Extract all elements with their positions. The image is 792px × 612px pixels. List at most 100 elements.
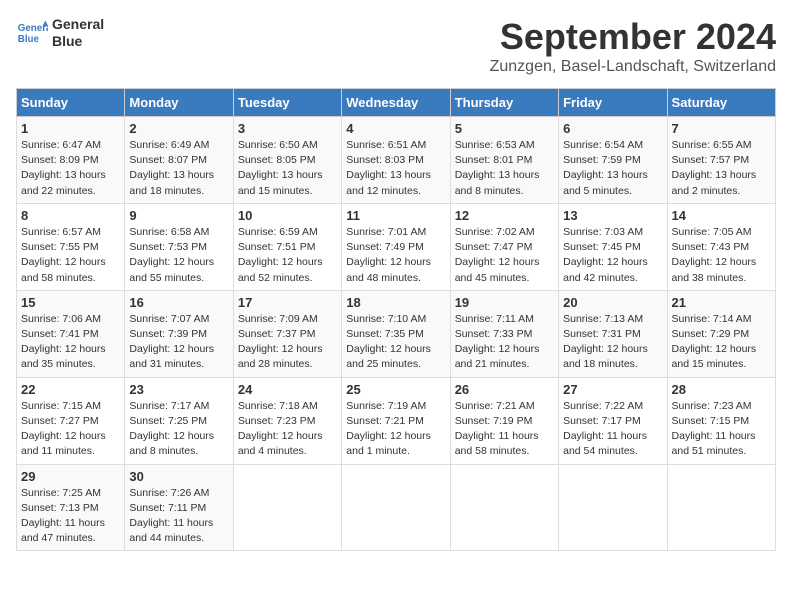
day-info: Sunrise: 7:11 AMSunset: 7:33 PMDaylight:… <box>455 313 540 371</box>
day-number: 30 <box>129 469 228 484</box>
day-number: 24 <box>238 382 337 397</box>
day-info: Sunrise: 7:05 AMSunset: 7:43 PMDaylight:… <box>672 226 757 284</box>
day-info: Sunrise: 7:01 AMSunset: 7:49 PMDaylight:… <box>346 226 431 284</box>
location-subtitle: Zunzgen, Basel-Landschaft, Switzerland <box>490 58 776 76</box>
day-number: 8 <box>21 208 120 223</box>
table-row: 28 Sunrise: 7:23 AMSunset: 7:15 PMDaylig… <box>667 377 775 464</box>
day-number: 5 <box>455 121 554 136</box>
day-number: 25 <box>346 382 445 397</box>
table-row: 22 Sunrise: 7:15 AMSunset: 7:27 PMDaylig… <box>17 377 125 464</box>
table-row: 18 Sunrise: 7:10 AMSunset: 7:35 PMDaylig… <box>342 290 450 377</box>
day-number: 1 <box>21 121 120 136</box>
day-info: Sunrise: 6:49 AMSunset: 8:07 PMDaylight:… <box>129 139 214 197</box>
day-number: 10 <box>238 208 337 223</box>
day-number: 22 <box>21 382 120 397</box>
table-row: 2 Sunrise: 6:49 AMSunset: 8:07 PMDayligh… <box>125 117 233 204</box>
table-row: 3 Sunrise: 6:50 AMSunset: 8:05 PMDayligh… <box>233 117 341 204</box>
calendar-week-row: 1 Sunrise: 6:47 AMSunset: 8:09 PMDayligh… <box>17 117 776 204</box>
day-info: Sunrise: 7:15 AMSunset: 7:27 PMDaylight:… <box>21 400 106 458</box>
table-row <box>559 464 667 551</box>
day-info: Sunrise: 7:09 AMSunset: 7:37 PMDaylight:… <box>238 313 323 371</box>
svg-text:Blue: Blue <box>18 34 40 45</box>
day-number: 9 <box>129 208 228 223</box>
day-info: Sunrise: 7:13 AMSunset: 7:31 PMDaylight:… <box>563 313 648 371</box>
day-info: Sunrise: 6:53 AMSunset: 8:01 PMDaylight:… <box>455 139 540 197</box>
day-info: Sunrise: 7:14 AMSunset: 7:29 PMDaylight:… <box>672 313 757 371</box>
day-number: 19 <box>455 295 554 310</box>
col-friday: Friday <box>559 89 667 117</box>
table-row: 23 Sunrise: 7:17 AMSunset: 7:25 PMDaylig… <box>125 377 233 464</box>
calendar-table: Sunday Monday Tuesday Wednesday Thursday… <box>16 88 776 551</box>
day-number: 15 <box>21 295 120 310</box>
day-info: Sunrise: 7:18 AMSunset: 7:23 PMDaylight:… <box>238 400 323 458</box>
table-row: 8 Sunrise: 6:57 AMSunset: 7:55 PMDayligh… <box>17 203 125 290</box>
table-row <box>450 464 558 551</box>
day-number: 17 <box>238 295 337 310</box>
logo-line2: Blue <box>52 33 104 50</box>
day-number: 14 <box>672 208 771 223</box>
table-row: 12 Sunrise: 7:02 AMSunset: 7:47 PMDaylig… <box>450 203 558 290</box>
table-row: 4 Sunrise: 6:51 AMSunset: 8:03 PMDayligh… <box>342 117 450 204</box>
logo-line1: General <box>52 16 104 33</box>
day-info: Sunrise: 6:59 AMSunset: 7:51 PMDaylight:… <box>238 226 323 284</box>
day-number: 13 <box>563 208 662 223</box>
day-info: Sunrise: 7:26 AMSunset: 7:11 PMDaylight:… <box>129 487 213 545</box>
day-info: Sunrise: 7:02 AMSunset: 7:47 PMDaylight:… <box>455 226 540 284</box>
table-row: 13 Sunrise: 7:03 AMSunset: 7:45 PMDaylig… <box>559 203 667 290</box>
day-info: Sunrise: 7:22 AMSunset: 7:17 PMDaylight:… <box>563 400 647 458</box>
day-number: 3 <box>238 121 337 136</box>
day-info: Sunrise: 7:25 AMSunset: 7:13 PMDaylight:… <box>21 487 105 545</box>
col-monday: Monday <box>125 89 233 117</box>
day-number: 23 <box>129 382 228 397</box>
day-number: 4 <box>346 121 445 136</box>
day-info: Sunrise: 7:19 AMSunset: 7:21 PMDaylight:… <box>346 400 431 458</box>
day-number: 18 <box>346 295 445 310</box>
table-row: 19 Sunrise: 7:11 AMSunset: 7:33 PMDaylig… <box>450 290 558 377</box>
table-row: 6 Sunrise: 6:54 AMSunset: 7:59 PMDayligh… <box>559 117 667 204</box>
table-row: 15 Sunrise: 7:06 AMSunset: 7:41 PMDaylig… <box>17 290 125 377</box>
day-number: 21 <box>672 295 771 310</box>
table-row <box>667 464 775 551</box>
day-number: 16 <box>129 295 228 310</box>
table-row: 30 Sunrise: 7:26 AMSunset: 7:11 PMDaylig… <box>125 464 233 551</box>
calendar-week-row: 8 Sunrise: 6:57 AMSunset: 7:55 PMDayligh… <box>17 203 776 290</box>
table-row: 16 Sunrise: 7:07 AMSunset: 7:39 PMDaylig… <box>125 290 233 377</box>
day-number: 2 <box>129 121 228 136</box>
day-number: 28 <box>672 382 771 397</box>
col-saturday: Saturday <box>667 89 775 117</box>
day-info: Sunrise: 7:23 AMSunset: 7:15 PMDaylight:… <box>672 400 756 458</box>
day-number: 6 <box>563 121 662 136</box>
day-number: 12 <box>455 208 554 223</box>
day-number: 27 <box>563 382 662 397</box>
day-info: Sunrise: 7:21 AMSunset: 7:19 PMDaylight:… <box>455 400 539 458</box>
day-info: Sunrise: 6:51 AMSunset: 8:03 PMDaylight:… <box>346 139 431 197</box>
table-row: 7 Sunrise: 6:55 AMSunset: 7:57 PMDayligh… <box>667 117 775 204</box>
calendar-week-row: 22 Sunrise: 7:15 AMSunset: 7:27 PMDaylig… <box>17 377 776 464</box>
day-info: Sunrise: 6:58 AMSunset: 7:53 PMDaylight:… <box>129 226 214 284</box>
table-row: 26 Sunrise: 7:21 AMSunset: 7:19 PMDaylig… <box>450 377 558 464</box>
calendar-header-row: Sunday Monday Tuesday Wednesday Thursday… <box>17 89 776 117</box>
page-header: General Blue General Blue September 2024… <box>16 16 776 76</box>
table-row: 27 Sunrise: 7:22 AMSunset: 7:17 PMDaylig… <box>559 377 667 464</box>
day-info: Sunrise: 6:54 AMSunset: 7:59 PMDaylight:… <box>563 139 648 197</box>
title-block: September 2024 Zunzgen, Basel-Landschaft… <box>490 16 776 76</box>
day-info: Sunrise: 7:07 AMSunset: 7:39 PMDaylight:… <box>129 313 214 371</box>
table-row <box>233 464 341 551</box>
day-info: Sunrise: 7:06 AMSunset: 7:41 PMDaylight:… <box>21 313 106 371</box>
table-row: 14 Sunrise: 7:05 AMSunset: 7:43 PMDaylig… <box>667 203 775 290</box>
col-thursday: Thursday <box>450 89 558 117</box>
day-info: Sunrise: 6:57 AMSunset: 7:55 PMDaylight:… <box>21 226 106 284</box>
day-info: Sunrise: 6:47 AMSunset: 8:09 PMDaylight:… <box>21 139 106 197</box>
day-number: 20 <box>563 295 662 310</box>
table-row: 17 Sunrise: 7:09 AMSunset: 7:37 PMDaylig… <box>233 290 341 377</box>
table-row: 10 Sunrise: 6:59 AMSunset: 7:51 PMDaylig… <box>233 203 341 290</box>
day-info: Sunrise: 6:50 AMSunset: 8:05 PMDaylight:… <box>238 139 323 197</box>
calendar-week-row: 29 Sunrise: 7:25 AMSunset: 7:13 PMDaylig… <box>17 464 776 551</box>
logo: General Blue General Blue <box>16 16 104 50</box>
table-row: 9 Sunrise: 6:58 AMSunset: 7:53 PMDayligh… <box>125 203 233 290</box>
logo-text: General Blue <box>52 16 104 50</box>
calendar-week-row: 15 Sunrise: 7:06 AMSunset: 7:41 PMDaylig… <box>17 290 776 377</box>
table-row: 21 Sunrise: 7:14 AMSunset: 7:29 PMDaylig… <box>667 290 775 377</box>
month-title: September 2024 <box>490 16 776 58</box>
day-number: 29 <box>21 469 120 484</box>
